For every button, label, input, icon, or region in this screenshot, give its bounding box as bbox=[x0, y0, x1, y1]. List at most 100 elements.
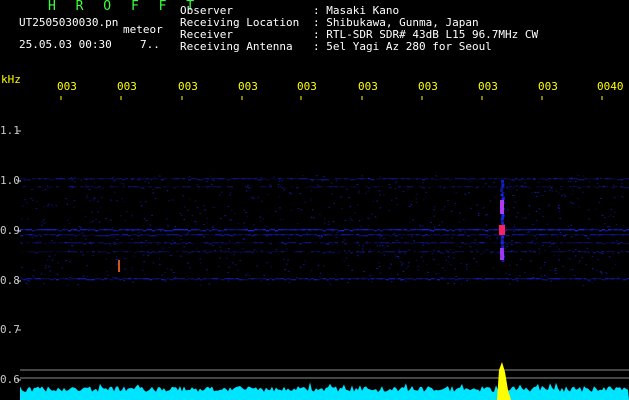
noise-speck bbox=[263, 274, 265, 276]
noise-speck bbox=[112, 276, 114, 278]
carrier-segment bbox=[101, 178, 104, 180]
noise-speck bbox=[234, 212, 236, 214]
carrier-segment bbox=[392, 229, 395, 231]
carrier-segment bbox=[380, 178, 383, 180]
carrier-segment bbox=[299, 229, 302, 231]
noise-speck bbox=[242, 247, 244, 249]
carrier-segment bbox=[407, 186, 410, 188]
carrier-segment bbox=[398, 251, 401, 253]
noise-speck bbox=[187, 209, 189, 211]
carrier-segment bbox=[323, 252, 326, 254]
carrier-segment bbox=[545, 234, 548, 236]
carrier-segment bbox=[170, 243, 173, 245]
carrier-segment bbox=[158, 251, 161, 253]
noise-speck bbox=[544, 190, 546, 192]
noise-speck bbox=[595, 208, 597, 210]
noise-speck bbox=[239, 260, 241, 262]
carrier-segment bbox=[551, 178, 554, 180]
carrier-segment bbox=[116, 178, 119, 180]
carrier-segment bbox=[494, 251, 497, 253]
noise-speck bbox=[505, 272, 508, 274]
noise-speck bbox=[336, 252, 339, 254]
carrier-segment bbox=[41, 278, 44, 280]
carrier-segment bbox=[512, 251, 515, 253]
noise-speck bbox=[206, 222, 208, 224]
spectrogram-canvas bbox=[17, 96, 629, 400]
carrier-segment bbox=[473, 178, 476, 180]
carrier-segment bbox=[23, 243, 26, 244]
carrier-segment bbox=[338, 230, 341, 232]
echo-segment bbox=[501, 236, 505, 238]
noise-speck bbox=[511, 250, 513, 252]
carrier-segment bbox=[368, 187, 371, 189]
noise-speck bbox=[407, 188, 409, 190]
carrier-segment bbox=[35, 235, 38, 237]
noise-speck bbox=[560, 189, 562, 190]
carrier-segment bbox=[539, 242, 542, 244]
carrier-segment bbox=[71, 251, 74, 253]
noise-speck bbox=[21, 218, 23, 220]
carrier-segment bbox=[296, 178, 299, 180]
carrier-segment bbox=[386, 242, 389, 244]
noise-speck bbox=[283, 259, 285, 260]
noise-speck bbox=[601, 273, 603, 275]
carrier-segment bbox=[302, 178, 305, 180]
noise-speck bbox=[542, 194, 544, 196]
noise-speck bbox=[569, 269, 571, 271]
carrier-segment bbox=[155, 178, 158, 180]
carrier-segment bbox=[284, 178, 287, 180]
noise-speck bbox=[549, 245, 551, 247]
noise-speck bbox=[577, 198, 579, 199]
carrier-segment bbox=[407, 251, 410, 253]
carrier-segment bbox=[623, 243, 626, 245]
carrier-segment bbox=[74, 186, 77, 188]
carrier-segment bbox=[101, 279, 104, 281]
noise-speck bbox=[466, 263, 468, 265]
noise-speck bbox=[227, 280, 230, 282]
carrier-segment bbox=[602, 229, 605, 231]
carrier-segment bbox=[350, 186, 353, 188]
noise-speck bbox=[40, 273, 43, 275]
carrier-segment bbox=[317, 251, 320, 253]
carrier-segment bbox=[98, 235, 101, 237]
noise-speck bbox=[407, 265, 410, 267]
noise-speck bbox=[253, 224, 255, 226]
echo-segment bbox=[501, 216, 505, 218]
noise-speck bbox=[95, 219, 97, 221]
carrier-segment bbox=[257, 242, 260, 244]
noise-speck bbox=[442, 267, 444, 269]
carrier-segment bbox=[377, 178, 380, 180]
noise-speck bbox=[475, 249, 478, 251]
carrier-segment bbox=[551, 251, 554, 253]
noise-speck bbox=[229, 192, 232, 194]
noise-speck bbox=[268, 283, 270, 285]
noise-speck bbox=[159, 263, 161, 265]
noise-speck bbox=[46, 259, 49, 261]
carrier-segment bbox=[359, 243, 362, 244]
carrier-segment bbox=[200, 186, 203, 188]
carrier-segment bbox=[602, 178, 605, 180]
carrier-segment bbox=[215, 186, 218, 188]
carrier-segment bbox=[380, 242, 383, 244]
carrier-segment bbox=[422, 278, 425, 280]
carrier-segment bbox=[584, 251, 587, 253]
carrier-segment bbox=[479, 229, 482, 231]
carrier-segment bbox=[272, 229, 275, 231]
noise-speck bbox=[32, 199, 34, 201]
carrier-segment bbox=[464, 229, 467, 231]
noise-speck bbox=[77, 284, 79, 286]
carrier-segment bbox=[122, 278, 125, 280]
noise-speck bbox=[360, 225, 362, 227]
carrier-segment bbox=[272, 178, 275, 180]
noise-speck bbox=[438, 224, 441, 226]
carrier-segment bbox=[35, 278, 38, 280]
noise-speck bbox=[410, 204, 413, 206]
carrier-segment bbox=[92, 178, 95, 180]
noise-speck bbox=[304, 201, 306, 203]
noise-speck bbox=[92, 255, 95, 257]
carrier-segment bbox=[320, 251, 323, 252]
carrier-segment bbox=[470, 186, 473, 188]
carrier-segment bbox=[566, 229, 569, 231]
carrier-segment bbox=[74, 178, 77, 180]
carrier-segment bbox=[308, 178, 311, 180]
